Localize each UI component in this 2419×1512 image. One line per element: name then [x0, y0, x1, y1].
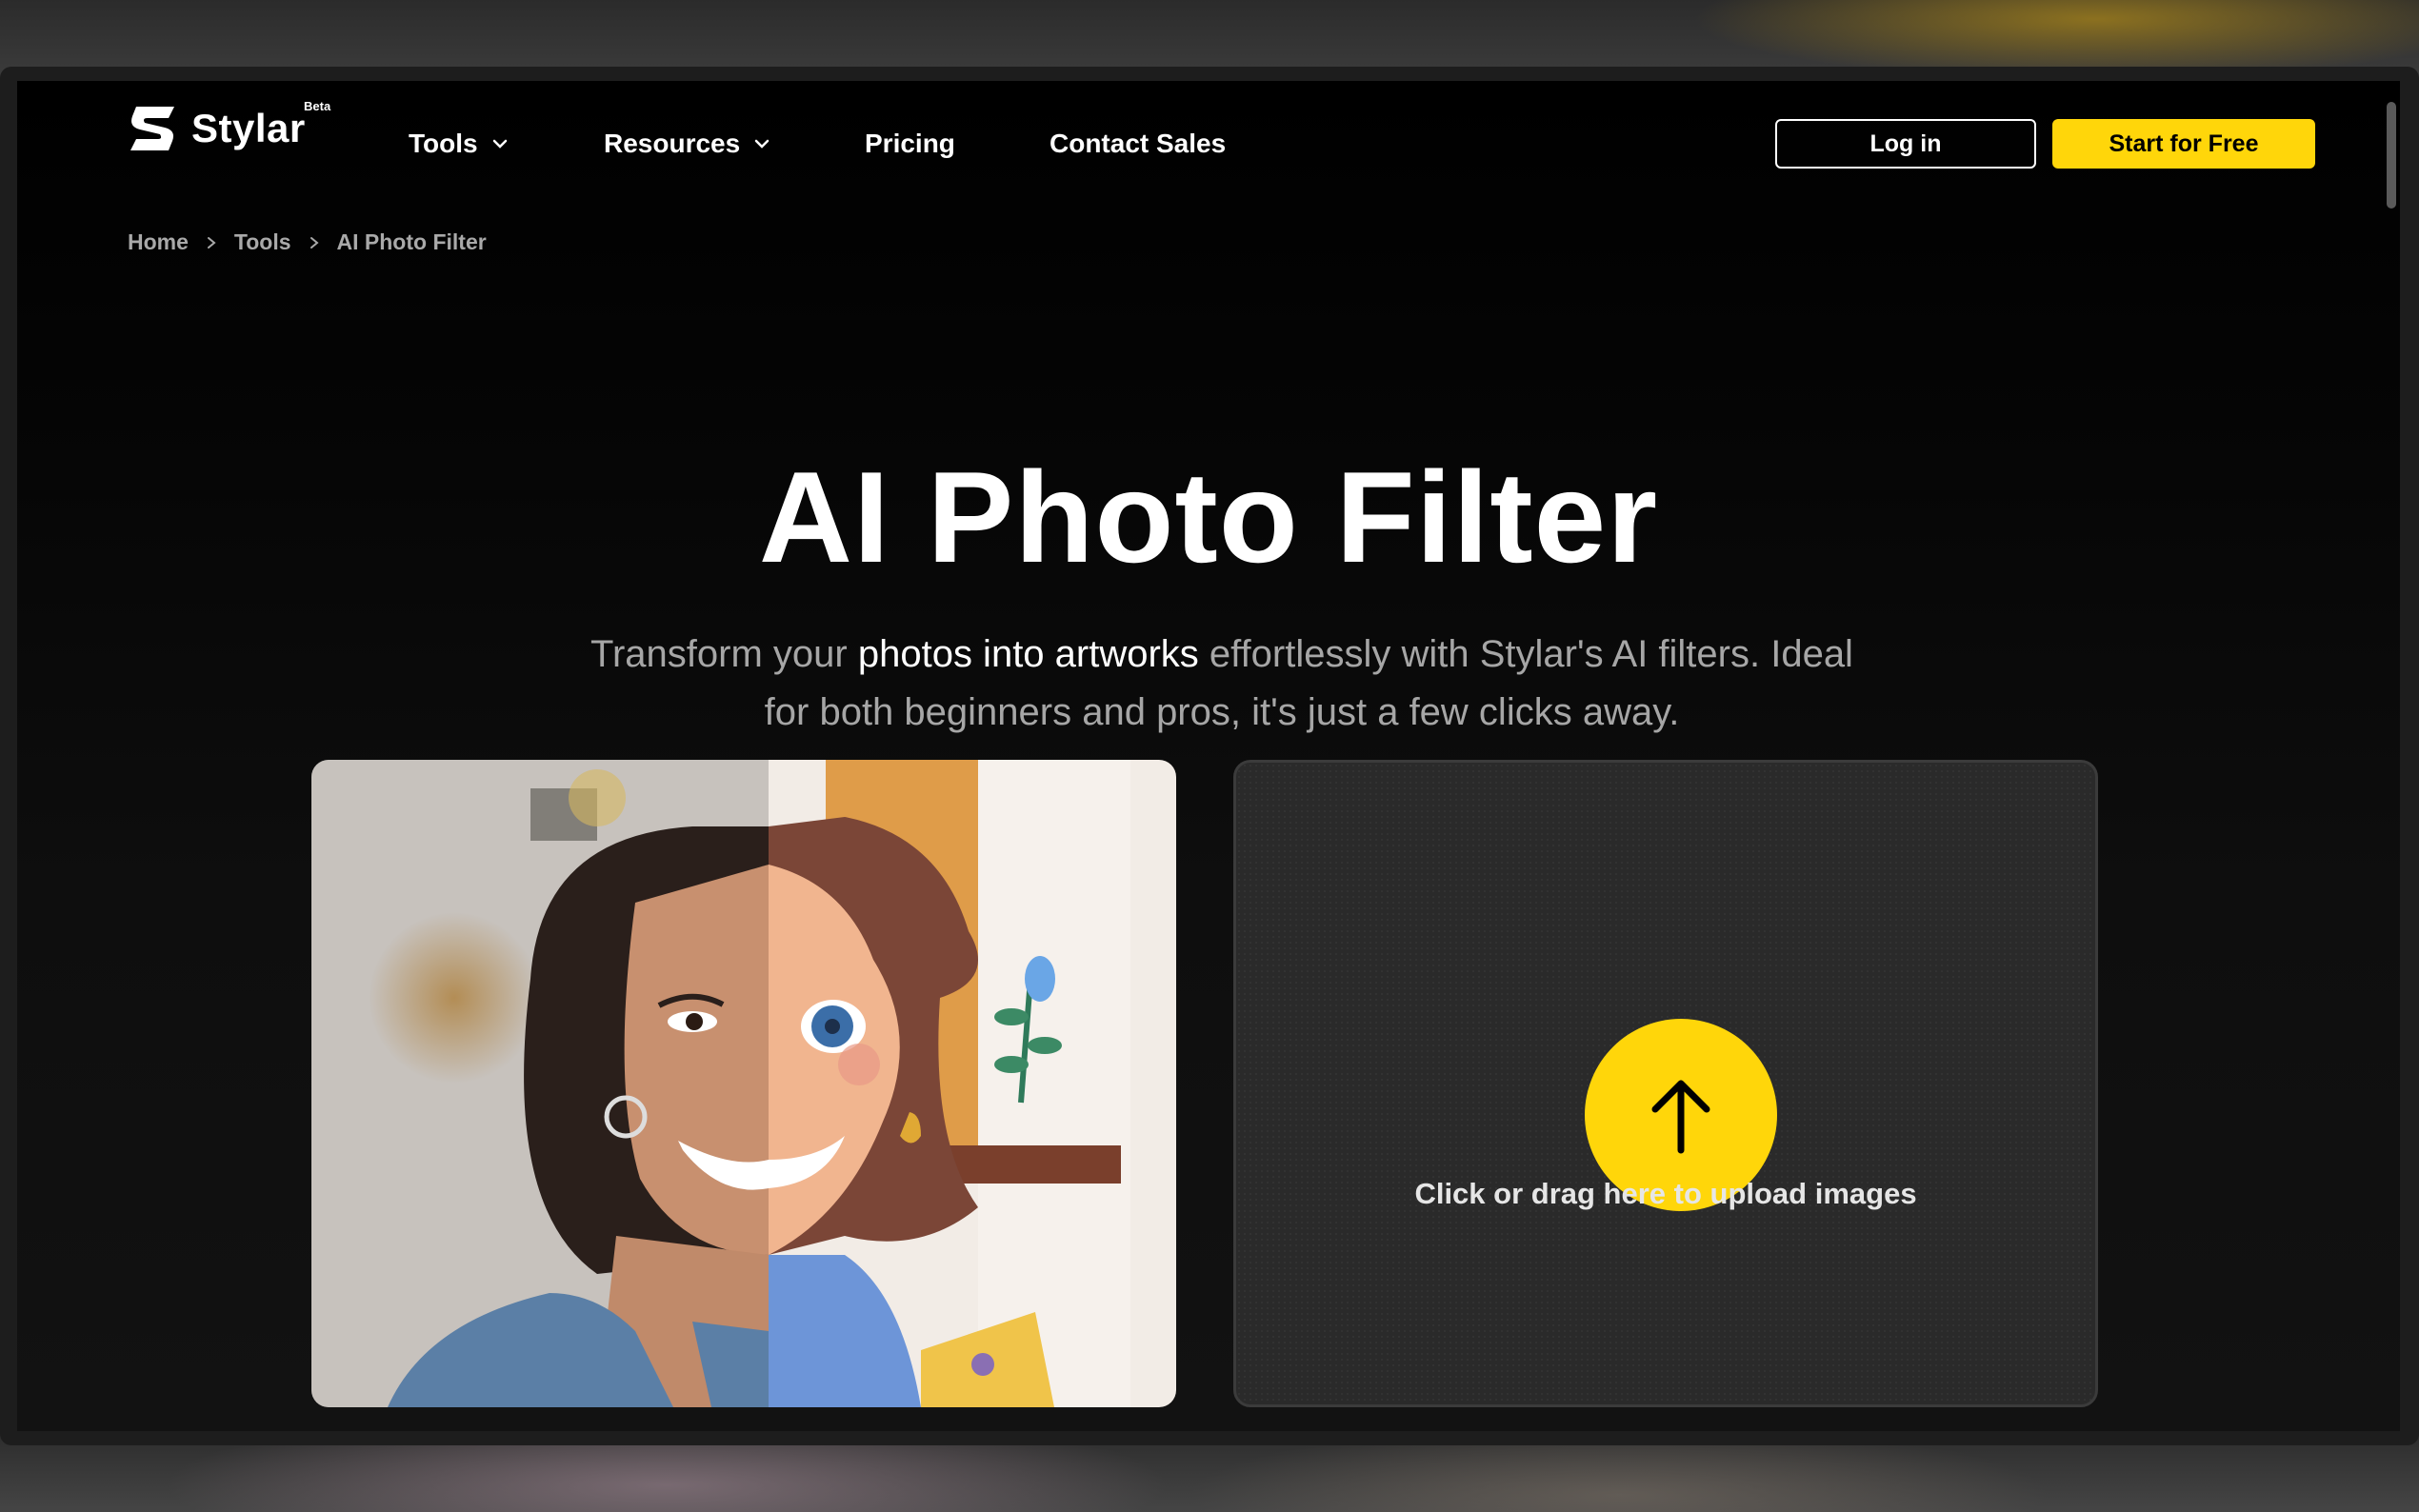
- breadcrumb-home[interactable]: Home: [128, 229, 189, 255]
- nav-resources[interactable]: Resources: [604, 129, 770, 159]
- chevron-down-icon: [754, 139, 770, 149]
- breadcrumb: Home Tools AI Photo Filter: [128, 229, 487, 255]
- breadcrumb-tools[interactable]: Tools: [234, 229, 291, 255]
- page-title: AI Photo Filter: [758, 445, 1659, 589]
- top-nav: Stylar Beta Tools Resources Pricing Cont…: [17, 81, 2400, 214]
- subtitle-text-start: Transform your: [590, 633, 858, 675]
- page-subtitle: Transform your photos into artworks effo…: [589, 626, 1855, 742]
- portrait-illustration: [311, 760, 1176, 1407]
- nav-contact-sales[interactable]: Contact Sales: [1050, 129, 1226, 159]
- nav-contact-sales-label: Contact Sales: [1050, 129, 1227, 158]
- web-page: Stylar Beta Tools Resources Pricing Cont…: [17, 81, 2400, 1431]
- nav-resources-label: Resources: [604, 129, 741, 158]
- brand-name: Stylar: [191, 106, 306, 150]
- arrow-up-icon: [1651, 1080, 1710, 1154]
- chevron-right-icon: [310, 236, 319, 249]
- beta-badge: Beta: [304, 99, 331, 113]
- nav-tools-label: Tools: [409, 129, 478, 158]
- subtitle-highlight: photos into artworks: [857, 633, 1199, 675]
- nav-pricing-label: Pricing: [865, 129, 955, 158]
- login-button[interactable]: Log in: [1775, 119, 2036, 169]
- chevron-right-icon: [207, 236, 216, 249]
- start-for-free-button[interactable]: Start for Free: [2052, 119, 2315, 169]
- before-after-preview-image: [311, 760, 1176, 1407]
- chevron-down-icon: [492, 139, 507, 149]
- nav-tools[interactable]: Tools: [409, 129, 509, 159]
- nav-pricing[interactable]: Pricing: [865, 129, 955, 159]
- browser-window: Stylar Beta Tools Resources Pricing Cont…: [0, 67, 2419, 1445]
- upload-instruction: Click or drag here to upload images: [1414, 1177, 1917, 1210]
- stylar-logo-icon: [130, 107, 174, 150]
- brand-logo[interactable]: Stylar Beta: [127, 99, 330, 154]
- breadcrumb-current: AI Photo Filter: [336, 229, 487, 254]
